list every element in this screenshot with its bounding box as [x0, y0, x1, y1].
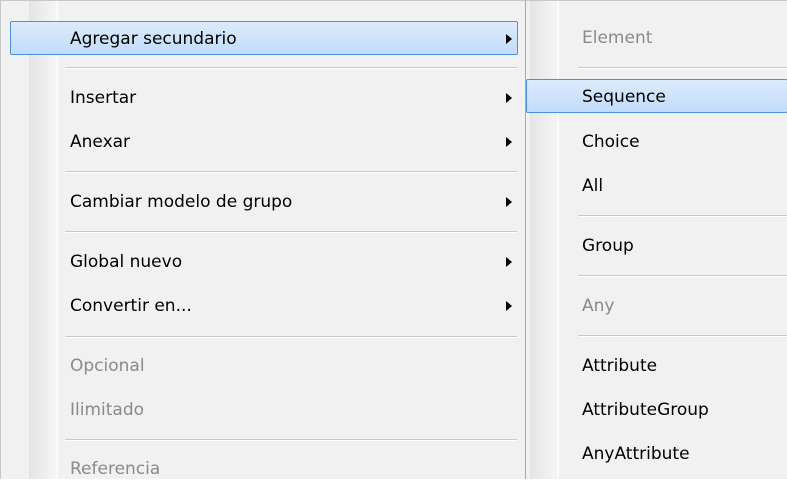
menu-item-label: Referencia: [70, 459, 161, 479]
menu-separator: [65, 67, 517, 69]
menu-item-label: Cambiar modelo de grupo: [70, 192, 293, 212]
submenu-item-element[interactable]: Element: [526, 21, 787, 55]
menu-item-label: Sequence: [582, 87, 666, 107]
menu-item-insertar[interactable]: Insertar: [1, 81, 526, 115]
menu-item-label: Agregar secundario: [70, 29, 237, 49]
menu-separator: [578, 335, 787, 337]
menu-separator: [65, 231, 517, 233]
submenu-arrow-icon: [506, 34, 512, 44]
submenu-item-any[interactable]: Any: [526, 289, 787, 323]
submenu-item-anyattribute[interactable]: AnyAttribute: [526, 437, 787, 471]
menu-item-ilimitado[interactable]: Ilimitado: [1, 393, 526, 427]
menu-item-agregar-secundario[interactable]: Agregar secundario: [10, 21, 518, 55]
menu-item-label: Anexar: [70, 132, 131, 152]
submenu-arrow-icon: [506, 137, 512, 147]
menu-item-anexar[interactable]: Anexar: [1, 125, 526, 159]
menu-item-label: Global nuevo: [70, 252, 183, 272]
menu-item-label: Ilimitado: [70, 400, 145, 420]
menu-item-convertir-en[interactable]: Convertir en...: [1, 289, 526, 323]
submenu-item-attributegroup[interactable]: AttributeGroup: [526, 393, 787, 427]
menu-item-label: AttributeGroup: [582, 400, 709, 420]
menu-item-cambiar-modelo-de-grupo[interactable]: Cambiar modelo de grupo: [1, 185, 526, 219]
submenu-agregar-secundario: Element Sequence Choice All Group Any At…: [525, 0, 787, 479]
menu-item-opcional[interactable]: Opcional: [1, 349, 526, 383]
submenu-item-all[interactable]: All: [526, 169, 787, 203]
menu-item-label: Convertir en...: [70, 296, 192, 316]
menu-item-label: AnyAttribute: [582, 444, 690, 464]
menu-separator: [65, 171, 517, 173]
menu-item-referencia[interactable]: Referencia: [1, 452, 526, 486]
submenu-item-group[interactable]: Group: [526, 229, 787, 263]
submenu-arrow-icon: [506, 93, 512, 103]
menu-item-label: Any: [582, 296, 615, 316]
submenu-arrow-icon: [506, 197, 512, 207]
menu-item-global-nuevo[interactable]: Global nuevo: [1, 245, 526, 279]
menu-item-label: Insertar: [70, 88, 137, 108]
submenu-item-choice[interactable]: Choice: [526, 125, 787, 159]
menu-separator: [65, 336, 517, 338]
menu-separator: [578, 275, 787, 277]
submenu-arrow-icon: [506, 257, 512, 267]
menu-separator: [65, 439, 517, 441]
menu-item-label: Choice: [582, 132, 640, 152]
submenu-item-sequence[interactable]: Sequence: [526, 79, 787, 113]
menu-separator: [578, 215, 787, 217]
submenu-item-attribute[interactable]: Attribute: [526, 349, 787, 383]
submenu-arrow-icon: [506, 301, 512, 311]
menu-item-label: Group: [582, 236, 634, 256]
menu-item-label: All: [582, 176, 604, 196]
menu-item-label: Opcional: [70, 356, 145, 376]
menu-separator: [578, 67, 787, 69]
menu-item-label: Element: [582, 28, 653, 48]
context-menu: Agregar secundario Insertar Anexar Cambi…: [0, 0, 525, 479]
menu-item-label: Attribute: [582, 356, 658, 376]
